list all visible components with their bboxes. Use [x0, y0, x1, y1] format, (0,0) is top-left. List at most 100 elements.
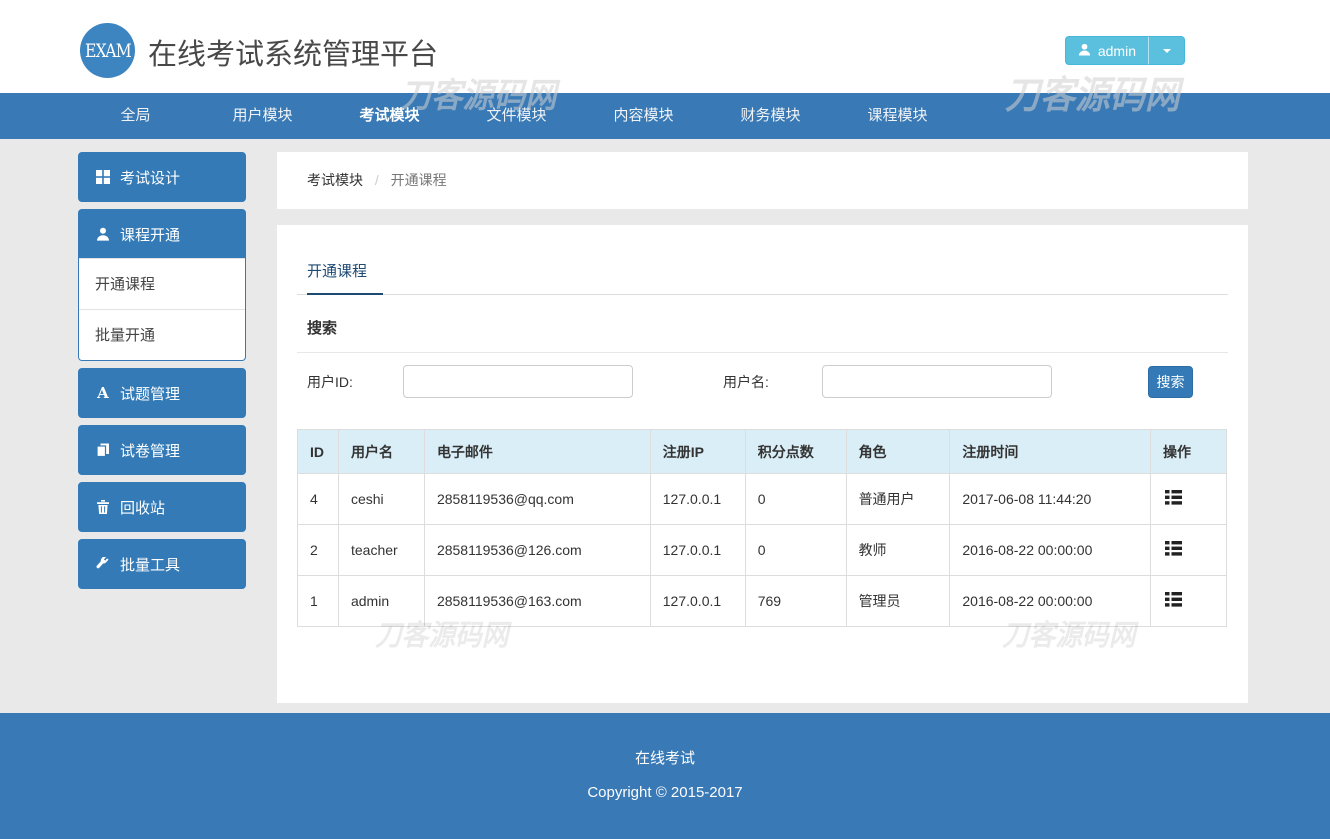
sidebar-submenu: 开通课程批量开通 [79, 258, 245, 360]
sidebar-item-label: 批量工具 [120, 554, 180, 575]
breadcrumb-current: 开通课程 [391, 172, 447, 188]
sidebar-item-label: 考试设计 [120, 167, 180, 188]
sidebar-item-question-mgmt[interactable]: A试题管理 [79, 369, 245, 417]
page-title: 在线考试系统管理平台 [148, 31, 438, 73]
nav-item-文件模块[interactable]: 文件模块 [453, 93, 580, 139]
nav-item-课程模块[interactable]: 课程模块 [834, 93, 961, 139]
user-dropdown-toggle[interactable] [1148, 36, 1185, 65]
column-header-注册时间: 注册时间 [950, 430, 1151, 474]
sidebar-panel-course-open: 课程开通开通课程批量开通 [78, 209, 246, 361]
logo-text: EXAM [85, 40, 131, 62]
user-menu: admin [1065, 36, 1185, 65]
nav-item-全局[interactable]: 全局 [72, 93, 199, 139]
column-header-注册IP: 注册IP [650, 430, 745, 474]
table-body: 4ceshi2858119536@qq.com127.0.0.10普通用户201… [298, 474, 1227, 627]
breadcrumb-parent[interactable]: 考试模块 [307, 172, 363, 188]
cell-actions [1151, 474, 1227, 525]
table-header-row: ID用户名电子邮件注册IP积分点数角色注册时间操作 [298, 430, 1227, 474]
user-id-label: 用户ID: [307, 372, 403, 392]
cell-actions [1151, 525, 1227, 576]
main-column: 考试模块 / 开通课程 开通课程 搜索 用户ID: 用户名: 搜索 [277, 152, 1248, 703]
sidebar-panel-question-mgmt: A试题管理 [78, 368, 246, 418]
sidebar-item-label: 课程开通 [120, 224, 180, 245]
sidebar-item-batch-tools[interactable]: 批量工具 [79, 540, 245, 588]
site-logo: EXAM [80, 23, 135, 78]
cell-role: 普通用户 [846, 474, 950, 525]
th-list-icon [1165, 592, 1182, 610]
th-large-icon [95, 169, 111, 185]
chevron-down-icon [1163, 49, 1171, 53]
nav-item-财务模块[interactable]: 财务模块 [707, 93, 834, 139]
cell-username: teacher [338, 525, 424, 576]
wrench-icon [95, 556, 111, 572]
cell-points: 0 [745, 525, 846, 576]
sidebar-item-recycle-bin[interactable]: 回收站 [79, 483, 245, 531]
sidebar-subitem-开通课程[interactable]: 开通课程 [79, 258, 245, 309]
nav-item-用户模块[interactable]: 用户模块 [199, 93, 326, 139]
search-section-title: 搜索 [307, 317, 1228, 338]
cell-role: 管理员 [846, 576, 950, 627]
trash-icon [95, 499, 111, 515]
sidebar-subitem-批量开通[interactable]: 批量开通 [79, 309, 245, 360]
user-icon [1078, 43, 1091, 59]
sidebar-item-paper-mgmt[interactable]: 试卷管理 [79, 426, 245, 474]
main-nav: 全局用户模块考试模块文件模块内容模块财务模块课程模块 [0, 93, 1330, 139]
sidebar-panel-exam-design: 考试设计 [78, 152, 246, 202]
sidebar-item-course-open[interactable]: 课程开通 [79, 210, 245, 258]
th-list-icon [1165, 490, 1182, 508]
column-header-ID: ID [298, 430, 339, 474]
user-button[interactable]: admin [1065, 36, 1148, 65]
cell-points: 0 [745, 474, 846, 525]
cell-username: admin [338, 576, 424, 627]
search-form: 用户ID: 用户名: 搜索 [297, 365, 1228, 398]
cell-points: 769 [745, 576, 846, 627]
main-panel: 开通课程 搜索 用户ID: 用户名: 搜索 ID用户名电子邮件注册I [277, 225, 1248, 703]
sidebar-item-exam-design[interactable]: 考试设计 [79, 153, 245, 201]
cell-role: 教师 [846, 525, 950, 576]
footer-site-name: 在线考试 [0, 713, 1330, 768]
row-actions-button[interactable] [1163, 591, 1183, 611]
breadcrumb-separator: / [375, 172, 379, 188]
footer-copyright: Copyright © 2015-2017 [0, 784, 1330, 801]
header: EXAM 在线考试系统管理平台 admin [0, 0, 1330, 93]
cell-actions [1151, 576, 1227, 627]
search-button[interactable]: 搜索 [1148, 366, 1193, 398]
column-header-积分点数: 积分点数 [745, 430, 846, 474]
page: EXAM 在线考试系统管理平台 admin 全局用户模块考试模块文件模块内容模块… [0, 0, 1330, 839]
cell-ip: 127.0.0.1 [650, 525, 745, 576]
username-label: 用户名: [723, 372, 822, 392]
cell-id: 2 [298, 525, 339, 576]
column-header-电子邮件: 电子邮件 [424, 430, 650, 474]
username-input[interactable] [822, 365, 1052, 398]
column-header-操作: 操作 [1151, 430, 1227, 474]
row-actions-button[interactable] [1163, 489, 1183, 509]
row-actions-button[interactable] [1163, 540, 1183, 560]
nav-item-内容模块[interactable]: 内容模块 [580, 93, 707, 139]
tab-bar: 开通课程 [297, 260, 1228, 295]
cell-id: 4 [298, 474, 339, 525]
user-icon [95, 226, 111, 242]
files-icon [95, 442, 111, 458]
font-icon: A [95, 385, 111, 401]
cell-id: 1 [298, 576, 339, 627]
cell-time: 2016-08-22 00:00:00 [950, 576, 1151, 627]
cell-username: ceshi [338, 474, 424, 525]
th-list-icon [1165, 541, 1182, 559]
footer: 在线考试 Copyright © 2015-2017 [0, 713, 1330, 839]
cell-ip: 127.0.0.1 [650, 474, 745, 525]
cell-email: 2858119536@126.com [424, 525, 650, 576]
cell-email: 2858119536@163.com [424, 576, 650, 627]
cell-time: 2017-06-08 11:44:20 [950, 474, 1151, 525]
table-row: 2teacher2858119536@126.com127.0.0.10教师20… [298, 525, 1227, 576]
nav-item-考试模块[interactable]: 考试模块 [326, 93, 453, 139]
users-table: ID用户名电子邮件注册IP积分点数角色注册时间操作 4ceshi28581195… [297, 429, 1227, 627]
column-header-角色: 角色 [846, 430, 950, 474]
sidebar-panel-recycle-bin: 回收站 [78, 482, 246, 532]
sidebar-panel-batch-tools: 批量工具 [78, 539, 246, 589]
tab-open-course[interactable]: 开通课程 [307, 260, 383, 295]
cell-ip: 127.0.0.1 [650, 576, 745, 627]
cell-time: 2016-08-22 00:00:00 [950, 525, 1151, 576]
sidebar: 考试设计课程开通开通课程批量开通 A试题管理试卷管理回收站批量工具 [78, 152, 246, 596]
user-id-input[interactable] [403, 365, 633, 398]
sidebar-item-label: 回收站 [120, 497, 165, 518]
